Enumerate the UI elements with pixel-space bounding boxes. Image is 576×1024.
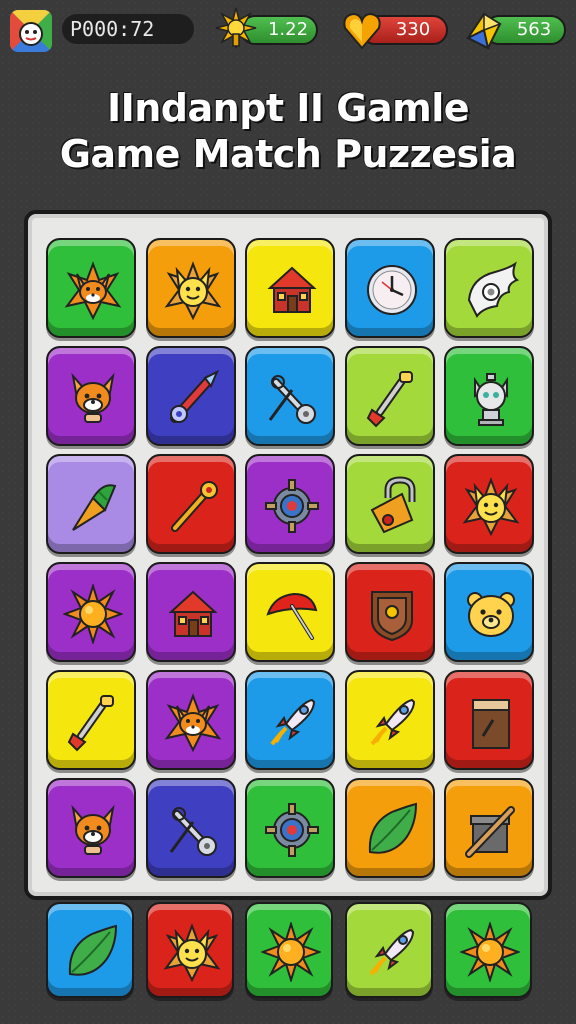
board-tile[interactable] — [46, 238, 136, 338]
board-tile[interactable] — [444, 238, 534, 338]
board-tile[interactable] — [245, 238, 335, 338]
dock-tile[interactable] — [444, 902, 532, 998]
board-tile[interactable] — [145, 670, 236, 770]
title-line-2: Game Match Puzzesia — [59, 132, 517, 176]
board-tile[interactable] — [145, 346, 236, 446]
board-tile[interactable] — [344, 346, 435, 446]
timer-display: P000:72 — [62, 14, 194, 44]
board-tile[interactable] — [444, 778, 534, 878]
board-tile[interactable] — [245, 778, 335, 878]
board-tile[interactable] — [46, 454, 136, 554]
board-tile[interactable] — [145, 778, 236, 878]
board-tile[interactable] — [46, 562, 136, 662]
sun-power-icon — [214, 6, 258, 50]
board-tile[interactable] — [145, 562, 236, 662]
board-tile[interactable] — [344, 778, 435, 878]
board-tile[interactable] — [245, 454, 335, 554]
board-tile[interactable] — [344, 238, 435, 338]
board-tile[interactable] — [145, 454, 236, 554]
dock-tile[interactable] — [344, 902, 433, 998]
board-tile[interactable] — [344, 562, 435, 662]
top-hud: P000:72 1.22 330 563 — [0, 0, 576, 60]
board-tile[interactable] — [444, 454, 534, 554]
board-tile[interactable] — [245, 670, 335, 770]
board-tile[interactable] — [46, 778, 136, 878]
board-tile[interactable] — [145, 238, 236, 338]
board-tile[interactable] — [444, 562, 534, 662]
gem-icon — [462, 8, 506, 52]
power-value: 1.22 — [267, 19, 309, 40]
dock-tile[interactable] — [145, 902, 234, 998]
heart-icon — [340, 8, 384, 52]
title-line-1: IIndanpt II Gamle — [106, 86, 470, 130]
dock-tile[interactable] — [245, 902, 333, 998]
board-tile[interactable] — [444, 346, 534, 446]
hearts-value: 330 — [395, 19, 431, 40]
puzzle-board — [24, 210, 552, 900]
board-tile[interactable] — [344, 454, 435, 554]
board-tile[interactable] — [46, 346, 136, 446]
board-tile[interactable] — [444, 670, 534, 770]
game-logo-icon[interactable] — [10, 10, 52, 52]
board-tile[interactable] — [46, 670, 136, 770]
dock-tile[interactable] — [46, 902, 134, 998]
board-tile[interactable] — [245, 346, 335, 446]
board-tile[interactable] — [245, 562, 335, 662]
gems-value: 563 — [516, 19, 552, 40]
board-tile[interactable] — [344, 670, 435, 770]
